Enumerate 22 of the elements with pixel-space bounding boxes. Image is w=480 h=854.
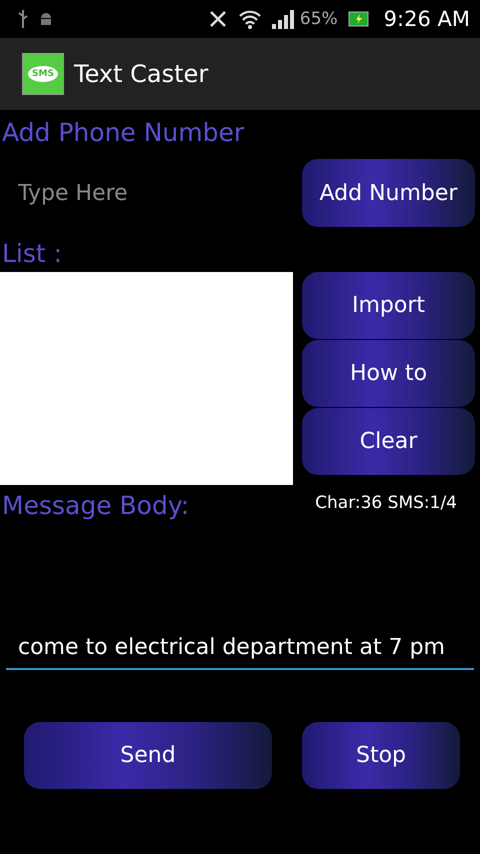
action-button[interactable]: Stop <box>302 722 460 789</box>
section-label: Add Phone Number <box>1 120 246 145</box>
action-button[interactable]: Send <box>24 722 272 789</box>
phone-input-field[interactable]: Type Here <box>0 180 302 206</box>
app-icon: SMS <box>22 53 64 95</box>
vibrate-off-icon <box>208 9 228 29</box>
app-title: Text Caster <box>74 60 208 88</box>
battery-percent: 65% <box>300 9 338 29</box>
list-action-button[interactable]: Import <box>302 272 475 339</box>
list-action-button[interactable]: Clear <box>302 408 475 475</box>
message-field[interactable]: come to electrical department at 7 pm <box>6 598 474 670</box>
section-label: Message Body: <box>1 493 190 518</box>
section-label: List : <box>1 241 64 266</box>
wifi-icon <box>238 9 262 29</box>
char-counter: Char:36 SMS:1/4 <box>315 493 457 513</box>
battery-icon <box>348 11 370 27</box>
clock: 9:26 AM <box>384 7 470 31</box>
add-number-button[interactable]: Add Number <box>302 159 475 227</box>
android-icon <box>38 11 54 27</box>
list-action-button[interactable]: How to <box>302 340 475 407</box>
signal-icon <box>272 9 294 29</box>
usb-icon <box>18 10 28 28</box>
